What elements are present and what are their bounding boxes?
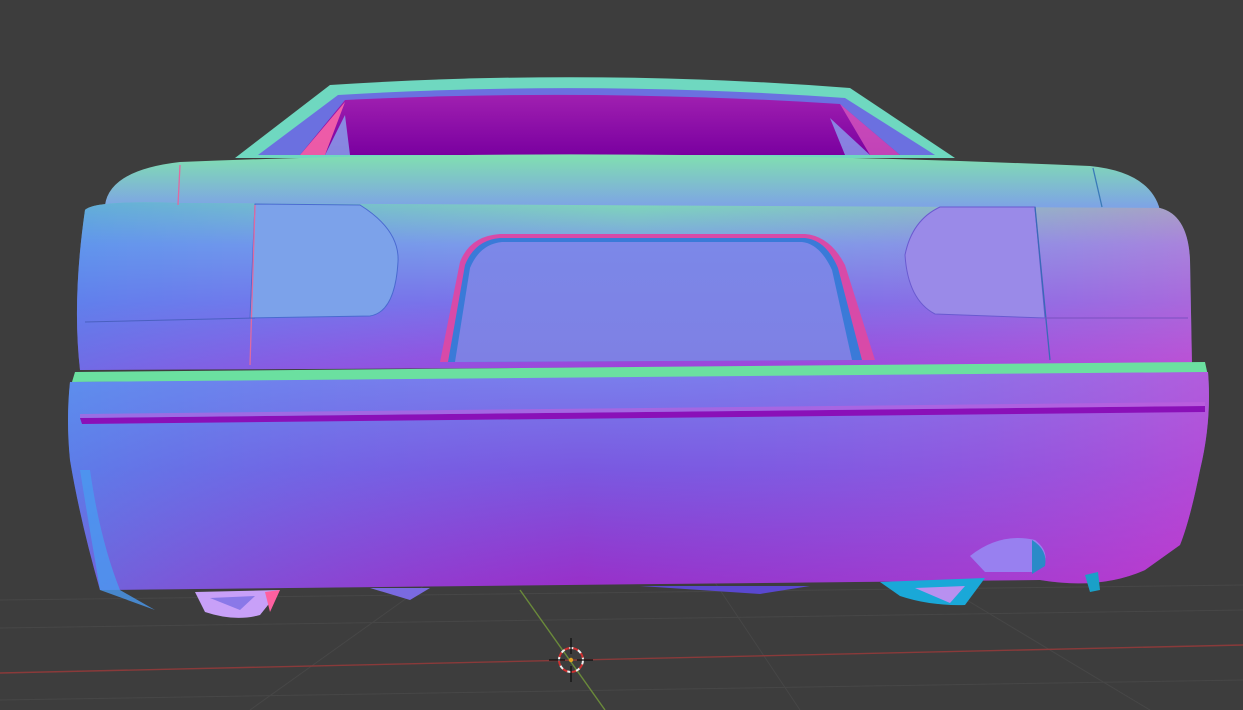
x-axis-line	[0, 644, 1243, 674]
3d-viewport[interactable]	[0, 0, 1243, 710]
viewport-canvas[interactable]	[0, 0, 1243, 710]
3d-cursor-icon[interactable]	[549, 638, 593, 682]
car-model[interactable]	[68, 77, 1209, 618]
y-axis-line	[519, 589, 606, 710]
